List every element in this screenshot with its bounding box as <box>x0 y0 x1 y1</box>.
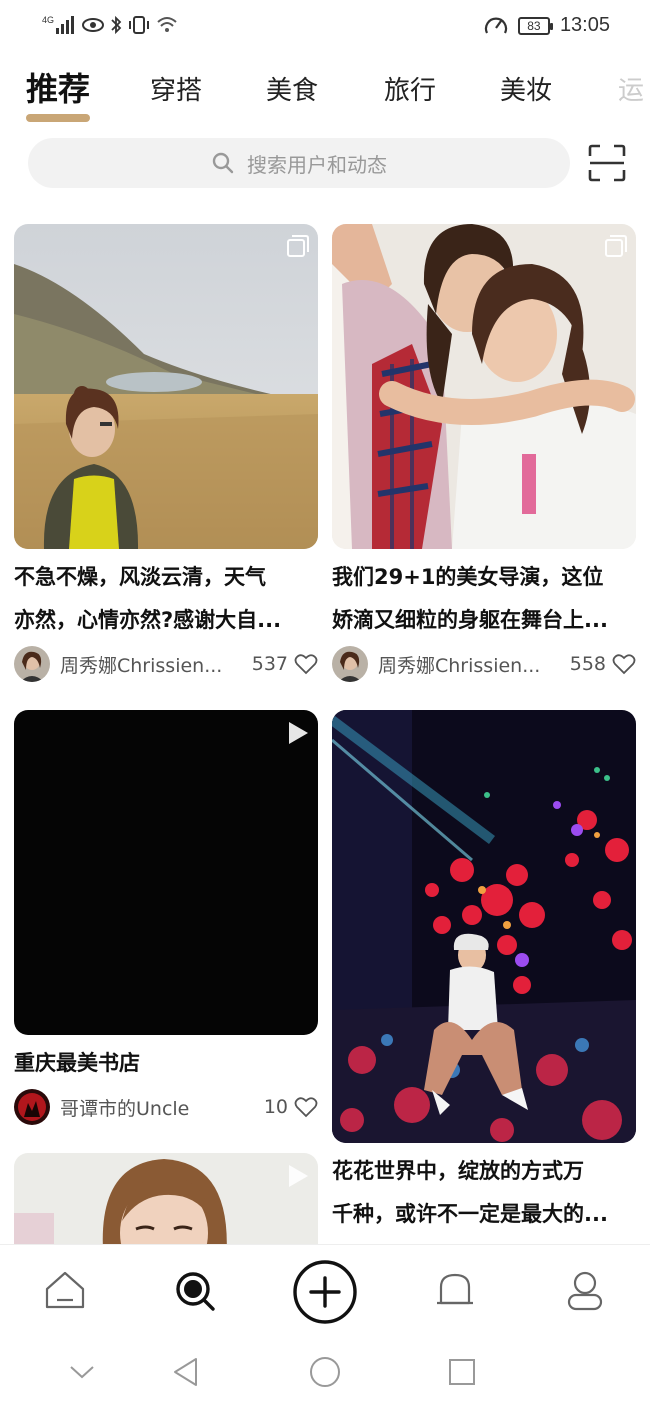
search-placeholder: 搜索用户和动态 <box>247 152 387 177</box>
search-bar[interactable]: 搜索用户和动态 <box>28 138 570 188</box>
author-name[interactable]: 周秀娜Chrissien... <box>60 651 244 678</box>
post-card[interactable]: 重庆最美书店 哥谭市的Uncle 10 <box>14 710 318 1129</box>
post-title[interactable]: 花花世界中，绽放的方式万 千种，或许不一定是最大的... <box>332 1150 636 1236</box>
add-post-button[interactable] <box>292 1259 358 1325</box>
profile-icon[interactable] <box>563 1269 607 1313</box>
author-name[interactable]: 哥谭市的Uncle <box>60 1094 256 1121</box>
back-icon[interactable] <box>170 1356 202 1388</box>
tab-makeup[interactable]: 美妆 <box>500 70 552 107</box>
like-count: 558 <box>569 653 606 675</box>
battery-level: 83 <box>527 18 541 33</box>
post-title-line-1: 我们29+1的美女导演，这位 <box>332 565 604 589</box>
video-play-icon <box>289 1165 308 1187</box>
tab-recommend[interactable]: 推荐 <box>26 64 90 110</box>
post-title-line-1: 重庆最美书店 <box>14 1051 140 1075</box>
status-right: 83 13:05 <box>484 14 610 37</box>
system-nav-bar <box>0 1336 650 1408</box>
heart-icon[interactable] <box>294 1096 318 1118</box>
post-title[interactable]: 不急不燥，风淡云清，天气 亦然，心情亦然?感谢大自... <box>14 556 318 642</box>
post-meta: 周秀娜Chrissien... 537 <box>14 642 318 686</box>
post-card[interactable]: 我们29+1的美女导演，这位 娇滴又细粒的身躯在舞台上... 周秀娜Chriss… <box>332 224 636 686</box>
post-image-flower-room[interactable] <box>332 710 636 1143</box>
post-image-selfie[interactable] <box>332 224 636 549</box>
recents-icon[interactable] <box>446 1356 478 1388</box>
post-card[interactable]: 花花世界中，绽放的方式万 千种，或许不一定是最大的... <box>332 710 636 1236</box>
post-meta: 哥谭市的Uncle 10 <box>14 1085 318 1129</box>
scan-icon[interactable] <box>588 144 626 182</box>
status-bar: 4G 83 13:05 <box>0 0 650 54</box>
multi-image-icon <box>287 235 309 257</box>
home-circle-icon[interactable] <box>309 1356 341 1388</box>
home-icon[interactable] <box>43 1269 87 1313</box>
post-title-line-2: 千种，或许不一定是最大的... <box>332 1202 608 1226</box>
eye-comfort-icon <box>82 18 104 32</box>
post-title[interactable]: 我们29+1的美女导演，这位 娇滴又细粒的身躯在舞台上... <box>332 556 636 642</box>
tab-outfit[interactable]: 穿搭 <box>150 70 202 107</box>
notification-bell-icon[interactable] <box>433 1269 477 1313</box>
flower-exhibit-photo <box>332 710 636 1143</box>
wifi-icon <box>157 17 177 32</box>
avatar[interactable] <box>332 646 368 682</box>
battery-indicator: 83 <box>517 16 553 35</box>
tab-food[interactable]: 美食 <box>266 70 318 107</box>
heart-icon[interactable] <box>612 653 636 675</box>
collapse-icon[interactable] <box>66 1356 98 1388</box>
category-tabs: 推荐 穿搭 美食 旅行 美妆 运 <box>0 60 650 126</box>
post-title-line-1: 不急不燥，风淡云清，天气 <box>14 565 266 589</box>
signal-icon: 4G <box>42 15 74 34</box>
post-video-dark[interactable] <box>14 710 318 1035</box>
tab-sports-partial[interactable]: 运 <box>618 70 644 107</box>
post-title-line-1: 花花世界中，绽放的方式万 <box>332 1159 584 1183</box>
post-meta: 周秀娜Chrissien... 558 <box>332 642 636 686</box>
clock: 13:05 <box>559 14 610 36</box>
search-icon <box>212 152 234 174</box>
post-title-line-2: 亦然，心情亦然?感谢大自... <box>14 608 282 632</box>
author-name[interactable]: 周秀娜Chrissien... <box>378 651 562 678</box>
like-count: 10 <box>263 1096 288 1118</box>
grassland-photo <box>14 224 318 549</box>
avatar[interactable] <box>14 1089 50 1125</box>
avatar[interactable] <box>14 646 50 682</box>
status-left: 4G <box>42 14 178 36</box>
post-title[interactable]: 重庆最美书店 <box>14 1042 318 1085</box>
discover-icon[interactable] <box>173 1269 217 1313</box>
bluetooth-icon <box>111 15 122 35</box>
heart-icon[interactable] <box>294 653 318 675</box>
vibrate-icon <box>129 16 149 34</box>
selfie-photo <box>332 224 636 549</box>
speed-gauge-icon <box>484 17 508 33</box>
multi-image-icon <box>605 235 627 257</box>
network-type-label: 4G <box>42 15 54 25</box>
video-play-icon <box>289 722 308 744</box>
like-count: 537 <box>251 653 288 675</box>
post-title-line-2: 娇滴又细粒的身躯在舞台上... <box>332 608 608 632</box>
active-tab-indicator <box>26 114 90 122</box>
post-image-grassland[interactable] <box>14 224 318 549</box>
post-card[interactable]: 不急不燥，风淡云清，天气 亦然，心情亦然?感谢大自... 周秀娜Chrissie… <box>14 224 318 686</box>
bottom-nav-bar <box>0 1244 650 1336</box>
tab-travel[interactable]: 旅行 <box>384 70 436 107</box>
